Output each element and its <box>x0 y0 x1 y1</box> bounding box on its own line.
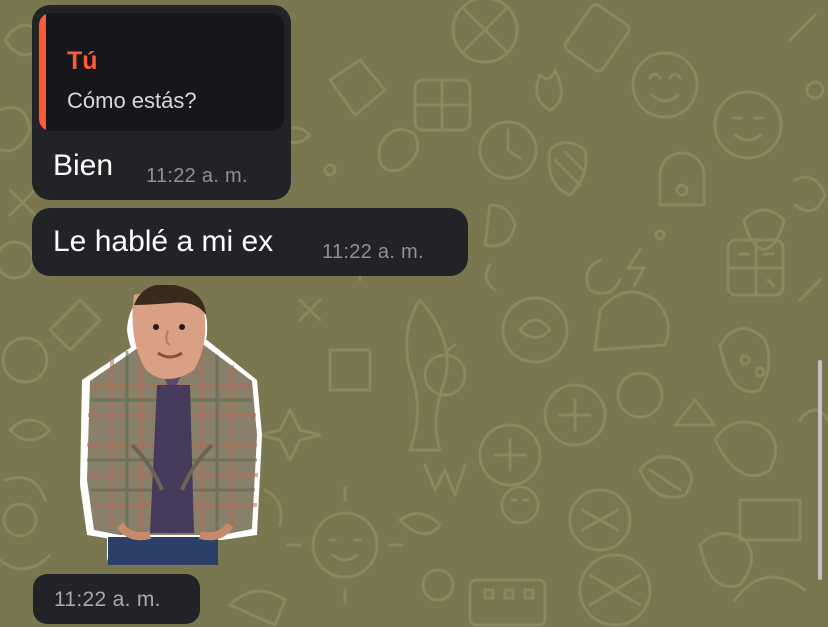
message-text: Bien <box>53 149 114 182</box>
reply-author: Tú <box>67 47 98 75</box>
message-text: Le hablé a mi ex <box>53 225 274 258</box>
chat-scrollbar[interactable] <box>818 360 822 580</box>
message-bubble[interactable]: Le hablé a mi ex 11:22 a. m. <box>32 208 468 276</box>
sticker-timestamp-pill: 11:22 a. m. <box>33 574 200 624</box>
message-timestamp: 11:22 a. m. <box>322 241 424 263</box>
message-timestamp: 11:22 a. m. <box>146 165 248 187</box>
man-in-plaid-shirt-sticker[interactable] <box>72 285 272 570</box>
message-bubble-reply[interactable]: Tú Cómo estás? Bien 11:22 a. m. <box>32 5 291 200</box>
reply-accent-bar <box>39 13 46 131</box>
sticker-timestamp: 11:22 a. m. <box>54 588 161 611</box>
reply-text: Cómo estás? <box>67 88 197 113</box>
quoted-reply[interactable]: Tú Cómo estás? <box>39 13 284 131</box>
